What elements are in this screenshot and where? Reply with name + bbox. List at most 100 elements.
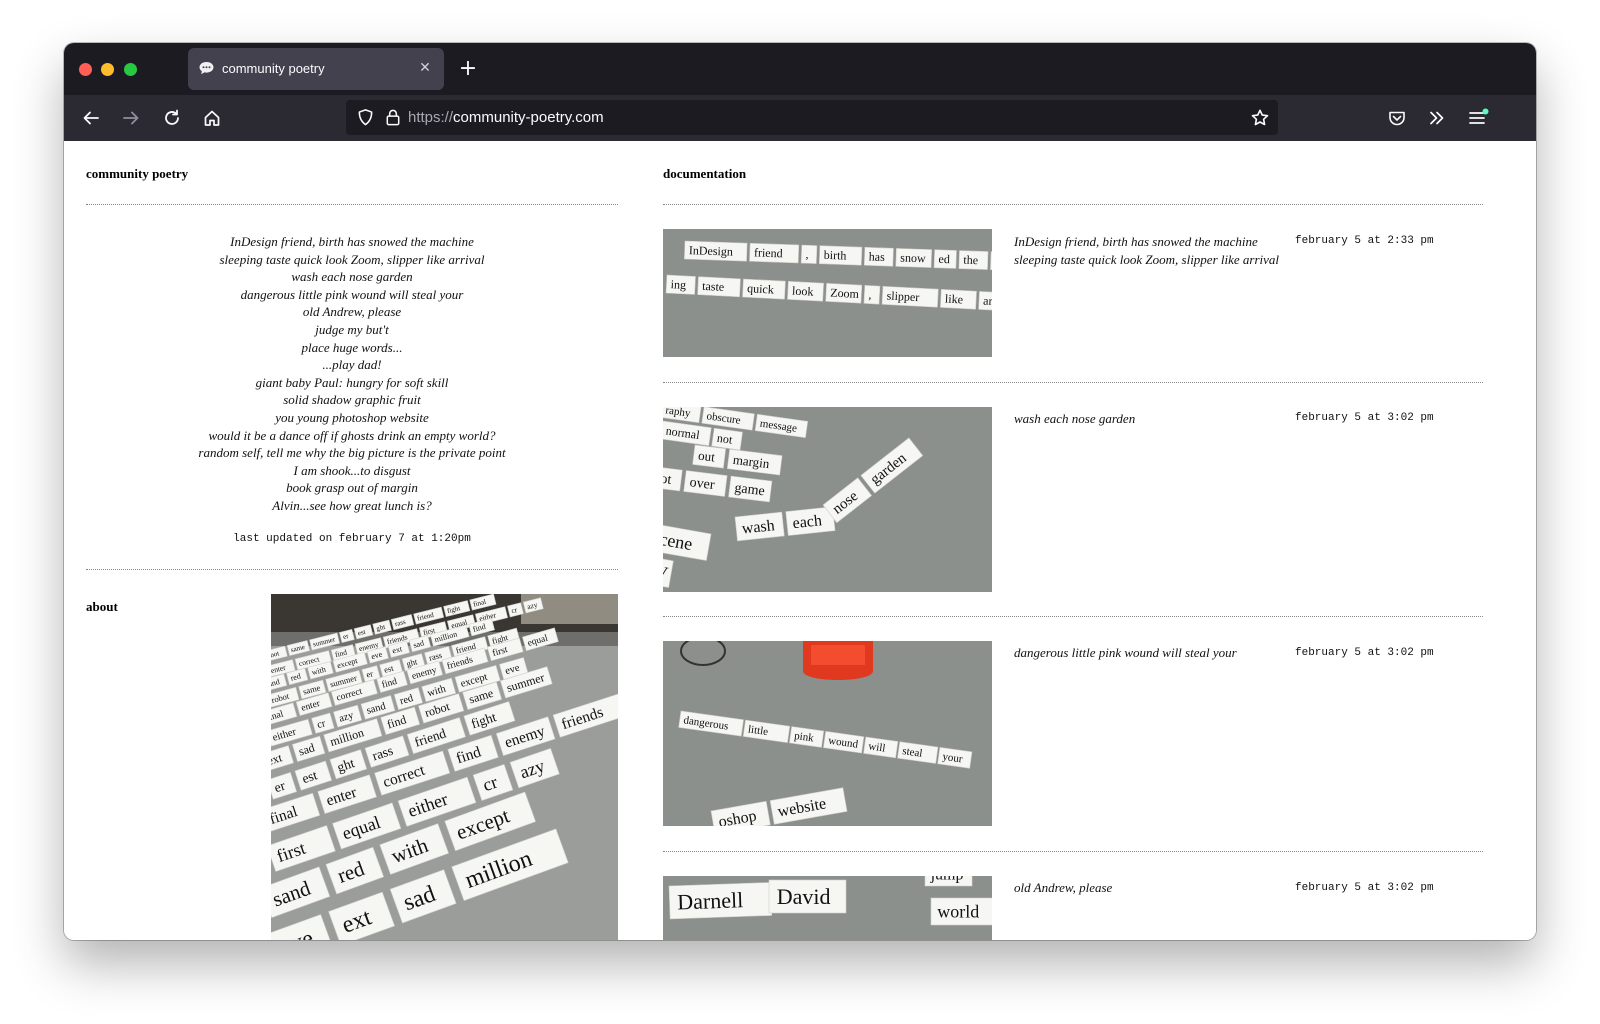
documentation-photo: dangerous little pink wound will steal your osh…: [663, 641, 992, 826]
documentation-photo: raphy obscure message normal not out margin ot o…: [663, 407, 992, 592]
close-window-button[interactable]: [79, 63, 92, 76]
word-card: like: [940, 289, 977, 310]
word-card: sad: [291, 735, 326, 763]
poem-line: dangerous little pink wound will steal y…: [240, 286, 464, 302]
tab-bar: community poetry ✕ +: [64, 43, 1536, 95]
word-card: David: [768, 879, 847, 914]
about-heading: about: [86, 599, 118, 614]
word-card: ext: [271, 745, 294, 772]
svg-text:ing: ing: [670, 277, 686, 292]
word-card: V: [663, 556, 674, 588]
word-card: obscure: [701, 407, 755, 431]
word-card: robot: [271, 645, 288, 663]
word-card: raphy: [663, 407, 702, 424]
url-bar[interactable]: https://community-poetry.com: [346, 100, 1278, 135]
entry-date: february 5 at 3:02 pm: [1295, 647, 1434, 659]
word-card: azy: [509, 747, 560, 789]
svg-text:over: over: [689, 475, 716, 493]
word-card: rass: [364, 735, 410, 768]
entry-date: february 5 at 3:02 pm: [1295, 882, 1434, 894]
poem-line: sleeping taste quick look Zoom, slipper …: [219, 251, 485, 267]
word-card: the: [958, 250, 989, 270]
entry-photo-art: Darnell David jump world: [668, 876, 992, 926]
word-card: red: [325, 846, 385, 895]
word-card: sad: [389, 869, 457, 924]
home-icon: [204, 110, 220, 126]
back-button[interactable]: [77, 105, 105, 131]
word-card: scene: [663, 522, 712, 561]
poem-line: I am shook...to disgust: [293, 462, 411, 478]
word-card: slipper: [881, 286, 939, 308]
svg-text:look: look: [792, 284, 814, 299]
svg-text:the: the: [963, 253, 978, 268]
word-card: robot: [271, 686, 300, 708]
svg-text:out: out: [697, 448, 716, 465]
word-card: friend: [749, 242, 800, 264]
svg-text:taste: taste: [702, 279, 725, 294]
pocket-icon: [1389, 111, 1405, 126]
reload-button[interactable]: [158, 105, 186, 131]
poem: InDesign friend, birth has snowed the ma…: [86, 233, 618, 515]
word-card: Darnell: [668, 882, 773, 920]
poem-line: you young photoshop website: [275, 409, 429, 425]
browser-window: community poetry ✕ + https://community-p…: [64, 43, 1536, 940]
new-tab-button[interactable]: +: [456, 57, 480, 81]
svg-text:friend: friend: [754, 245, 783, 260]
word-card: sand: [271, 866, 331, 918]
tab-community-poetry[interactable]: community poetry ✕: [188, 48, 444, 90]
word-card: message: [754, 413, 809, 439]
word-card: ext: [328, 891, 395, 940]
bookmark-star-icon[interactable]: [1250, 108, 1270, 128]
about-photo: robot same summer er est ght rass friend fight fi…: [271, 594, 618, 940]
word-card: birth: [818, 245, 863, 266]
svg-text:slipper: slipper: [886, 288, 919, 304]
documentation-photo: InDesign friend, birth hassnowedthe machine s…: [663, 229, 992, 357]
home-button[interactable]: [198, 105, 226, 131]
word-card: will: [863, 736, 899, 759]
svg-text:InDesign: InDesign: [689, 243, 733, 259]
entry-text: dangerous little pink wound will steal y…: [1014, 645, 1237, 660]
svg-text:ed: ed: [938, 252, 950, 266]
poem-line: place huge words...: [301, 339, 403, 355]
hamburger-menu-icon: [1469, 108, 1489, 124]
svg-text:,: ,: [805, 247, 808, 261]
word-card: pink: [789, 726, 825, 748]
word-card: eve: [271, 914, 334, 940]
svg-text:world: world: [937, 901, 979, 921]
poem-line: ...play dad!: [322, 357, 382, 373]
word-card: final: [271, 792, 321, 833]
svg-text:Zoom: Zoom: [830, 286, 860, 302]
pocket-button[interactable]: [1383, 105, 1411, 131]
svg-text:wash: wash: [741, 517, 775, 537]
extensions-overflow-button[interactable]: [1423, 105, 1451, 131]
divider: [663, 382, 1483, 383]
word-card: world: [930, 897, 992, 926]
shield-icon[interactable]: [356, 108, 375, 127]
entry-text: InDesign friend, birth has snowed the ma…: [1014, 234, 1280, 267]
word-card: ing: [665, 274, 696, 295]
close-tab-icon[interactable]: ✕: [416, 59, 434, 77]
zoom-window-button[interactable]: [124, 63, 137, 76]
forward-button[interactable]: [117, 105, 145, 131]
lock-icon[interactable]: [384, 108, 402, 127]
word-card: azy: [333, 704, 363, 728]
word-card: snow: [895, 248, 932, 268]
word-card: est: [294, 760, 333, 791]
poem-line: InDesign friend, birth has snowed the ma…: [230, 234, 474, 249]
divider: [86, 569, 618, 570]
url-text[interactable]: https://community-poetry.com: [408, 109, 604, 126]
word-card: sand: [271, 673, 288, 692]
last-updated: last updated on february 7 at 1:20pm: [233, 533, 471, 545]
floor-words-photo-art: robotsame summer er est ght rassfriendfightfi…: [271, 594, 618, 940]
word-card: website: [769, 787, 848, 825]
app-menu-button[interactable]: [1464, 105, 1492, 131]
poem-line: giant baby Paul: hungry for soft skill: [255, 374, 449, 390]
svg-text:snow: snow: [900, 250, 926, 265]
word-card: dangerous: [678, 710, 744, 737]
word-card: look: [787, 281, 824, 302]
word-card: cr: [311, 712, 335, 734]
minimize-window-button[interactable]: [101, 63, 114, 76]
entry-date: february 5 at 2:33 pm: [1295, 235, 1434, 247]
entry-text: wash each nose garden: [1014, 411, 1136, 426]
word-card: find: [447, 734, 499, 772]
